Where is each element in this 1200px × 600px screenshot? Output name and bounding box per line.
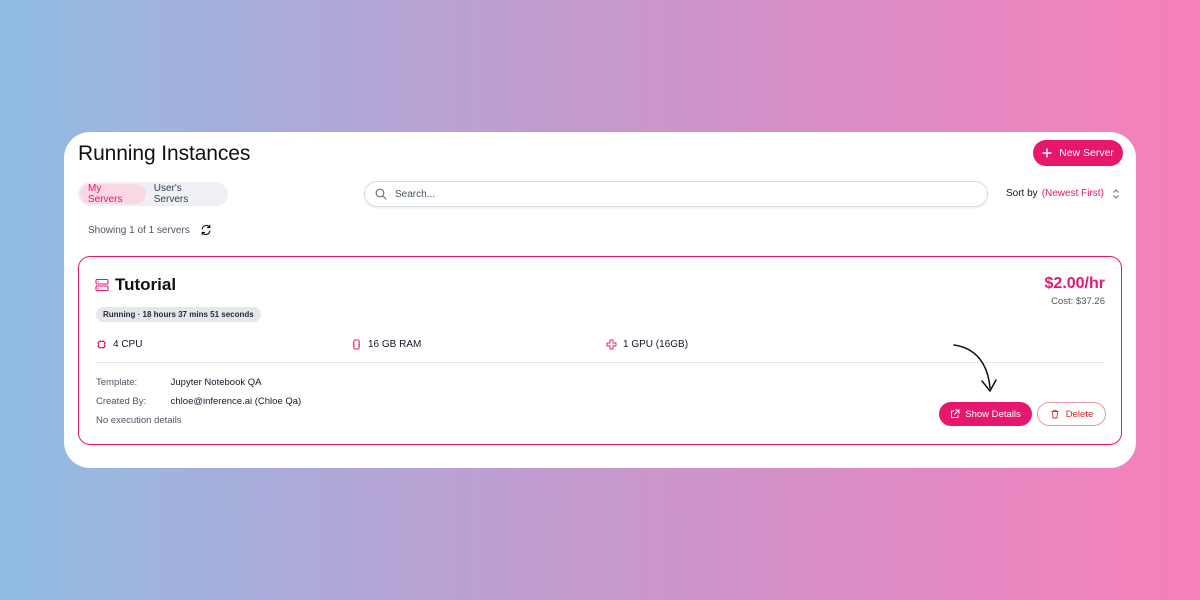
instance-title: Tutorial (95, 275, 176, 295)
trash-icon (1050, 409, 1060, 419)
hand-drawn-arrow-icon (948, 340, 1004, 396)
spec-gpu: 1 GPU (16GB) (606, 339, 688, 350)
instance-pricing: $2.00/hr Cost: $37.26 (1045, 275, 1105, 307)
new-server-label: New Server (1059, 147, 1114, 159)
delete-button[interactable]: Delete (1037, 402, 1106, 426)
page-title: Running Instances (78, 142, 251, 165)
new-server-button[interactable]: New Server (1033, 140, 1123, 166)
sort-icon (1112, 188, 1120, 199)
spec-ram: 16 GB RAM (351, 339, 421, 350)
template-row: Template: Jupyter Notebook QA (96, 377, 261, 388)
search-input[interactable] (395, 188, 955, 200)
search-box (364, 181, 988, 207)
created-by-value: chloe@inference.ai (Chloe Qa) (170, 396, 302, 407)
results-summary: Showing 1 of 1 servers (88, 224, 212, 236)
sort-control[interactable]: Sort by (Newest First) (1006, 188, 1120, 199)
gpu-label: 1 GPU (16GB) (623, 339, 689, 350)
server-tabs: My Servers User's Servers (78, 182, 228, 206)
tab-my-servers[interactable]: My Servers (80, 183, 146, 205)
hourly-rate: $2.00/hr (1044, 275, 1105, 292)
search-icon (375, 188, 387, 200)
external-link-icon (950, 409, 960, 419)
cpu-label: 4 CPU (113, 339, 143, 350)
show-details-button[interactable]: Show Details (939, 402, 1032, 426)
created-by-label: Created By: (96, 396, 147, 407)
show-details-label: Show Details (965, 408, 1021, 420)
cpu-icon (96, 339, 107, 350)
spec-cpu: 4 CPU (96, 339, 142, 350)
tab-users-servers[interactable]: User's Servers (146, 183, 226, 205)
instance-name: Tutorial (115, 275, 177, 294)
status-badge: Running · 18 hours 37 mins 51 seconds (96, 307, 261, 322)
sort-value: (Newest First) (1041, 188, 1104, 199)
ram-label: 16 GB RAM (368, 339, 422, 350)
gpu-icon (606, 339, 617, 350)
instances-panel: Running Instances New Server My Servers … (64, 132, 1136, 468)
plus-icon (1042, 148, 1052, 158)
created-by-row: Created By: chloe@inference.ai (Chloe Qa… (96, 396, 301, 407)
execution-details: No execution details (96, 415, 182, 426)
total-cost: Cost: $37.26 (1051, 296, 1105, 307)
memory-icon (351, 339, 362, 350)
server-icon (95, 278, 109, 292)
showing-text: Showing 1 of 1 servers (88, 224, 190, 236)
template-label: Template: (96, 377, 138, 388)
sort-label: Sort by (1006, 188, 1038, 199)
refresh-icon[interactable] (200, 224, 212, 236)
delete-label: Delete (1065, 408, 1094, 420)
template-value: Jupyter Notebook QA (170, 377, 262, 388)
